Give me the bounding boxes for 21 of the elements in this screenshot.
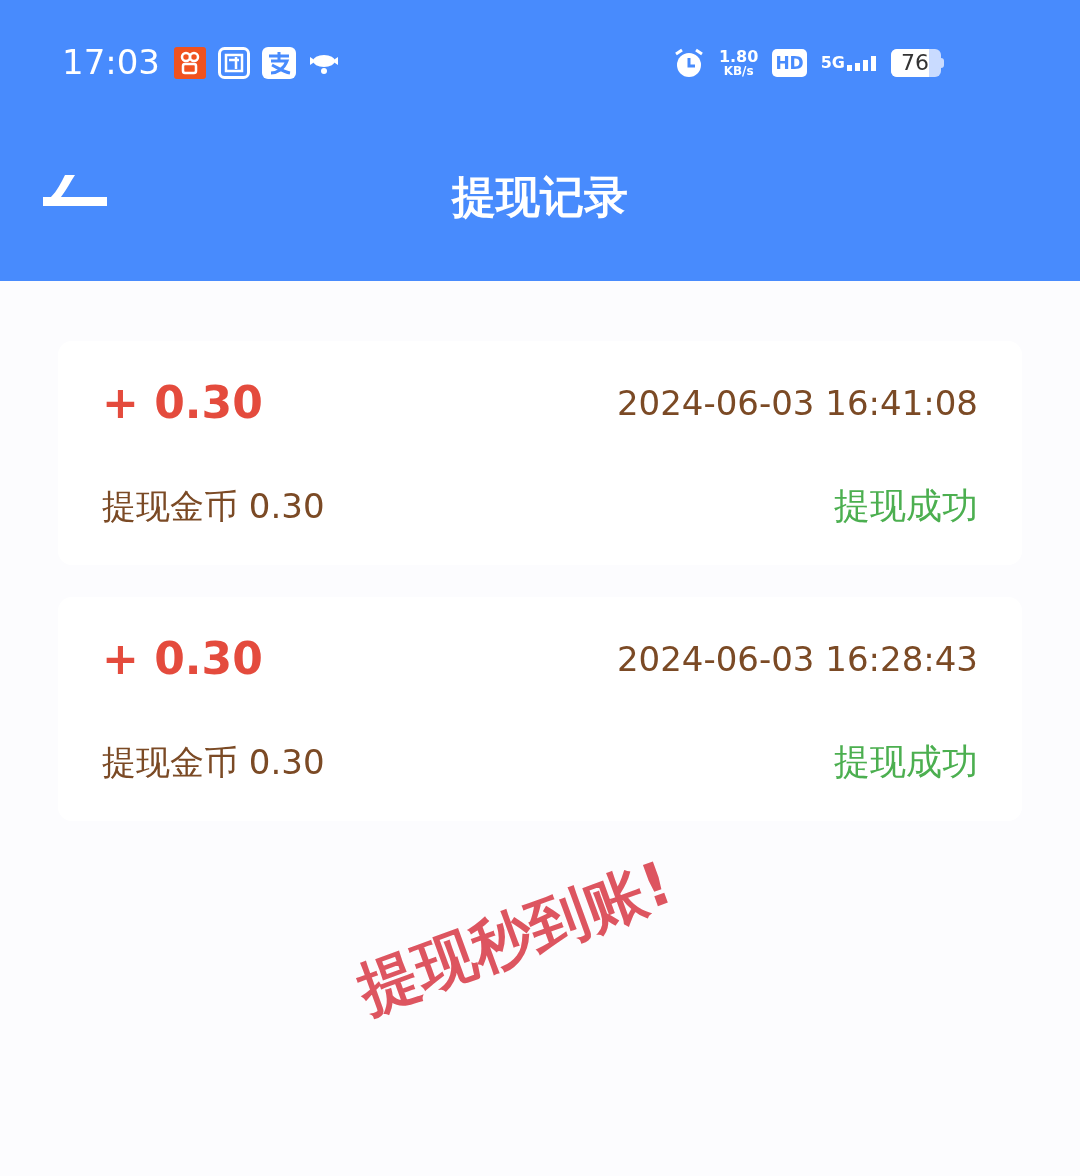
record-description: 提现金币 0.30 bbox=[102, 484, 325, 528]
back-icon[interactable] bbox=[43, 175, 107, 207]
page-title: 提现记录 bbox=[452, 170, 628, 224]
record-time: 2024-06-03 16:28:43 bbox=[616, 637, 978, 681]
amount: + 0.30 bbox=[102, 376, 263, 430]
speed-unit: KB/s bbox=[723, 64, 754, 77]
app-icon bbox=[262, 46, 296, 79]
amount: + 0.30 bbox=[102, 632, 263, 686]
network-speed: 1.80 bbox=[718, 48, 759, 65]
hd-badge: HD bbox=[772, 48, 807, 77]
clock-time: 17:03 bbox=[62, 41, 160, 84]
promo-text: 提现秒到账! bbox=[348, 846, 682, 1027]
battery-level: 76 bbox=[901, 51, 929, 74]
app-icon bbox=[174, 46, 206, 79]
record-time: 2024-06-03 16:41:08 bbox=[616, 381, 978, 425]
record-status: 提现成功 bbox=[834, 484, 978, 528]
app-icon bbox=[218, 46, 250, 79]
record-description: 提现金币 0.30 bbox=[102, 740, 325, 784]
network-type: 5G bbox=[820, 54, 845, 71]
signal-icon bbox=[847, 54, 877, 71]
record-status: 提现成功 bbox=[834, 740, 978, 784]
